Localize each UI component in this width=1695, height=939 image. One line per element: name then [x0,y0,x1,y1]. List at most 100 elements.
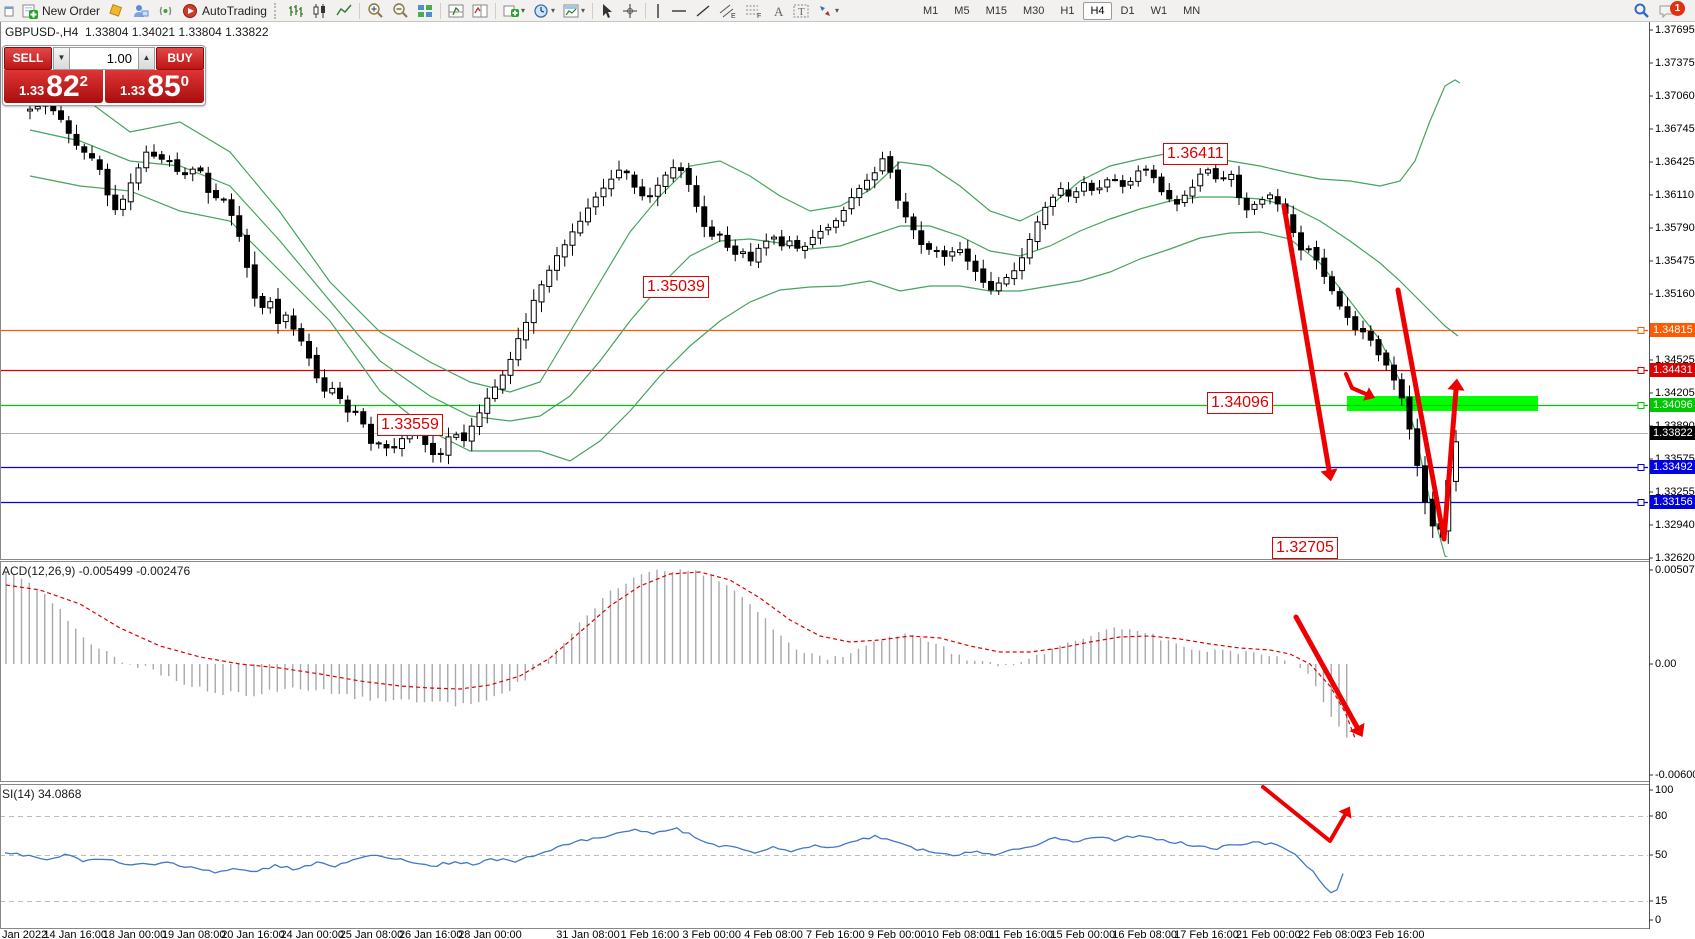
price-annotation-1.35039[interactable]: 1.35039 [643,276,709,298]
candle-body [927,244,932,250]
candle-body [221,199,226,200]
candle-body [857,189,862,198]
line-marker[interactable] [1638,465,1644,471]
indicator-pane-right-icon[interactable] [469,1,491,20]
timeframe-M30[interactable]: M30 [1016,2,1051,20]
equidistant-channel-icon[interactable]: E [716,1,740,20]
buy-button[interactable]: BUY [156,47,204,70]
candle-body [1268,195,1273,199]
time-axis[interactable]: Jan 202214 Jan 16:0018 Jan 00:0019 Jan 0… [0,929,1695,939]
candlestick-chart-icon[interactable] [309,1,331,20]
window-icon[interactable] [1,1,17,20]
candle-body [1198,174,1203,186]
red-arrow[interactable] [1284,206,1329,470]
candle-body [624,171,629,173]
rsi-tick-15: 15 [1655,895,1667,907]
text-label-icon[interactable]: T [790,1,812,20]
timeframe-M15[interactable]: M15 [979,2,1014,20]
chart-canvas[interactable] [0,0,1695,939]
line-chart-icon[interactable] [333,1,355,20]
tile-windows-icon[interactable] [414,1,436,20]
price-tick-1.32620: 1.32620 [1655,552,1695,564]
red-arrow[interactable] [1296,617,1357,727]
price-annotation-1.36411[interactable]: 1.36411 [1163,143,1228,165]
signals-icon[interactable] [154,1,177,20]
horizontal-line-icon[interactable] [668,1,690,20]
candle-body [1190,187,1195,196]
candle-body [190,169,195,174]
text-icon[interactable]: A [768,1,788,20]
price-annotation-1.33559[interactable]: 1.33559 [377,414,443,436]
candle-body [1051,197,1056,206]
timeframe-H4[interactable]: H4 [1083,2,1111,20]
rsi-pane[interactable] [0,787,1649,902]
candle-body [911,217,916,230]
line-marker[interactable] [1638,328,1644,334]
zoom-in-icon[interactable] [364,1,387,20]
price-level-tag-1.34431: 1.34431 [1650,363,1695,377]
red-arrow[interactable] [1346,374,1366,394]
add-indicator-icon [503,3,519,19]
fibonacci-icon[interactable]: F [742,1,766,20]
line-marker[interactable] [1638,500,1644,506]
candle-body [733,246,738,254]
publisher-icon[interactable] [129,1,152,20]
bar-chart-icon[interactable] [285,1,307,20]
vertical-line-icon[interactable] [650,1,666,20]
cursor-icon[interactable] [597,1,617,20]
trendline-icon[interactable] [692,1,714,20]
candle-body [353,411,358,412]
candle-body [663,175,668,186]
periods-button[interactable]: ▾ [530,1,558,20]
candle-body [90,154,95,158]
search-icon[interactable] [1630,1,1653,20]
new-order-button[interactable]: New Order [19,1,103,20]
line-marker[interactable] [1638,368,1644,374]
price-tick-1.35160: 1.35160 [1655,288,1695,300]
time-label: 23 Feb 16:00 [1360,929,1425,939]
price-annotation-1.32705[interactable]: 1.32705 [1272,537,1338,559]
green-highlight-band[interactable] [1347,396,1538,411]
timeframe-H1[interactable]: H1 [1053,2,1081,20]
macd-pane[interactable] [6,569,1365,738]
candle-body [764,241,769,248]
zoom-out-icon[interactable] [389,1,412,20]
price-annotation-1.34096[interactable]: 1.34096 [1207,392,1273,414]
candle-body [105,169,110,194]
add-indicator-button[interactable]: ▾ [500,1,528,20]
time-label: 19 Jan 08:00 [162,929,226,939]
candle-body [578,221,583,233]
red-arrow[interactable] [1263,787,1345,841]
indicator-pane-icon[interactable] [445,1,467,20]
crosshair-icon[interactable] [619,1,641,20]
notifications-button[interactable]: 1 [1655,1,1688,20]
sell-price-box[interactable]: 1.33 82 2 [4,70,103,103]
timeframe-W1[interactable]: W1 [1144,2,1175,20]
candle-body [1175,200,1180,204]
line-marker[interactable] [1638,403,1644,409]
candle-body [1392,365,1397,380]
buy-price-box[interactable]: 1.33 85 0 [105,70,204,103]
arrows-button[interactable]: ▾ [814,1,842,20]
candle-body [229,200,234,216]
candle-body [640,187,645,196]
candle-body [1430,499,1435,526]
candle-body [345,400,350,412]
timeframe-MN[interactable]: MN [1176,2,1207,20]
current-price-tag: 1.33822 [1650,426,1695,440]
candle-body [1058,189,1063,196]
templates-button[interactable]: ▾ [560,1,588,20]
timeframe-M1[interactable]: M1 [916,2,945,20]
timeframe-D1[interactable]: D1 [1114,2,1142,20]
timeframe-M5[interactable]: M5 [947,2,976,20]
candle-body [198,168,203,171]
volume-input[interactable]: 1.00 [70,47,138,70]
deposit-icon[interactable] [105,1,127,20]
sell-button[interactable]: SELL [4,47,52,70]
volume-down-stepper[interactable]: ▼ [53,47,70,70]
autotrading-button[interactable]: AutoTrading [179,1,270,20]
volume-up-stepper[interactable]: ▲ [138,47,155,70]
red-arrow-head [1320,469,1337,482]
macd-tick--0.006003: -0.006003 [1655,769,1695,781]
time-label: 16 Feb 08:00 [1112,929,1177,939]
